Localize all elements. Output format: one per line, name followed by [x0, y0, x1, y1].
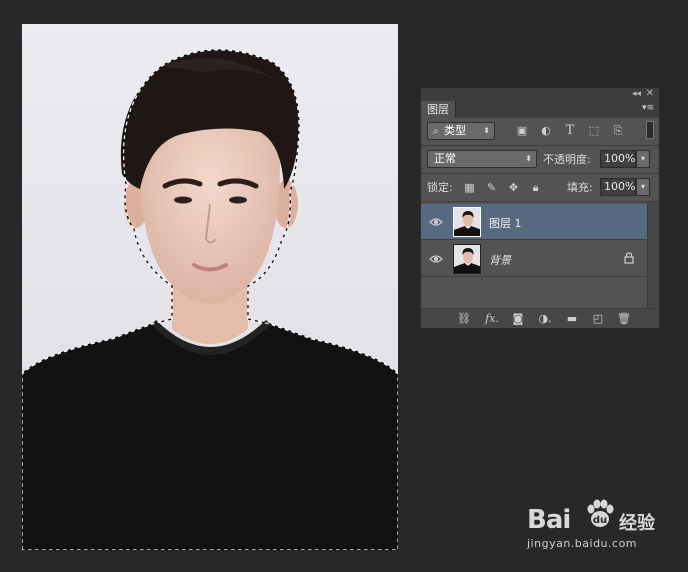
- double-chevron-icon[interactable]: ◂◂: [632, 88, 641, 100]
- tab-layers[interactable]: 图层: [421, 101, 456, 118]
- shape-filter-icon[interactable]: ⬚: [587, 124, 601, 138]
- filter-row: ⌕ 类型 ⬍ ▣ ◐ T ⬚ ⎘: [421, 118, 659, 146]
- lock-row: 锁定: ▦ ✎ ✥ 🔒︎ 填充: 100% ▾: [421, 174, 659, 202]
- adjustment-filter-icon[interactable]: ◐: [539, 124, 553, 138]
- layer-mask-icon[interactable]: ◙: [511, 312, 525, 326]
- watermark-url: jingyan.baidu.com: [527, 537, 638, 550]
- link-layers-icon[interactable]: ⛓: [457, 312, 471, 326]
- document-canvas[interactable]: [22, 24, 398, 550]
- type-filter-icon[interactable]: T: [563, 124, 577, 138]
- layers-panel: ◂◂ ✕ 图层 ▾≡ ⌕ 类型 ⬍ ▣ ◐ T ⬚ ⎘ 正常 ⬍ 不透明度: 1…: [420, 87, 660, 329]
- filter-kind-select[interactable]: ⌕ 类型 ⬍: [427, 122, 495, 140]
- fill-label: 填充:: [567, 181, 593, 194]
- portrait-photo: [22, 24, 398, 550]
- eye-icon[interactable]: [429, 252, 443, 266]
- lock-pixels-icon[interactable]: ✎: [485, 181, 498, 194]
- close-icon[interactable]: ✕: [646, 88, 654, 100]
- watermark-brand-suffix: 经验: [619, 513, 655, 534]
- opacity-input[interactable]: 100%: [600, 150, 636, 168]
- pixel-filter-icon[interactable]: ▣: [515, 124, 529, 138]
- baidu-jingyan-watermark: Bai du 经验 jingyan.baidu.com: [527, 497, 677, 557]
- watermark-brand: Bai: [527, 505, 571, 535]
- lock-transparent-icon[interactable]: ▦: [463, 181, 476, 194]
- layer-thumbnail: [453, 244, 481, 274]
- panel-header: ◂◂ ✕: [421, 88, 659, 101]
- lock-label: 锁定:: [427, 181, 453, 194]
- adjustment-layer-icon[interactable]: ◑.: [537, 312, 553, 326]
- fill-input[interactable]: 100%: [600, 178, 636, 196]
- panel-tabbar: 图层 ▾≡: [421, 101, 659, 118]
- updown-arrow-icon: ⬍: [525, 154, 532, 163]
- blend-mode-value: 正常: [434, 152, 456, 165]
- lock-position-icon[interactable]: ✥: [507, 181, 520, 194]
- filter-kind-label: 类型: [444, 124, 467, 137]
- lock-icon: [624, 252, 634, 264]
- layers-bottom-toolbar: ⛓ fx. ◙ ◑. ▬ ◰ 🗑︎: [421, 308, 659, 328]
- layer-name[interactable]: 图层 1: [489, 215, 522, 231]
- fill-dropdown-icon[interactable]: ▾: [636, 178, 650, 196]
- delete-layer-icon[interactable]: 🗑︎: [617, 312, 631, 326]
- layer-thumbnail: [453, 207, 481, 237]
- smart-object-filter-icon[interactable]: ⎘: [611, 124, 625, 138]
- filter-toggle-switch[interactable]: [646, 121, 654, 139]
- blend-mode-select[interactable]: 正常 ⬍: [427, 150, 537, 168]
- layer-list-scrollbar[interactable]: [647, 202, 659, 308]
- paw-logo-icon: du: [587, 499, 614, 527]
- opacity-dropdown-icon[interactable]: ▾: [636, 150, 650, 168]
- blend-row: 正常 ⬍ 不透明度: 100% ▾: [421, 146, 659, 174]
- updown-arrow-icon: ⬍: [483, 126, 490, 135]
- svg-text:du: du: [593, 515, 607, 526]
- eye-icon[interactable]: [429, 215, 443, 229]
- opacity-label: 不透明度:: [543, 153, 591, 166]
- new-group-icon[interactable]: ▬: [565, 312, 579, 326]
- search-icon: ⌕: [433, 126, 439, 137]
- layer-row-layer1[interactable]: 图层 1: [421, 204, 647, 240]
- panel-menu-icon[interactable]: ▾≡: [642, 103, 654, 113]
- layer-name[interactable]: 背景: [489, 252, 511, 268]
- fx-icon[interactable]: fx.: [483, 312, 501, 326]
- new-layer-icon[interactable]: ◰: [591, 312, 605, 326]
- layer-list: 图层 1 背景: [421, 202, 659, 308]
- layer-row-background[interactable]: 背景: [421, 241, 647, 277]
- lock-all-icon[interactable]: 🔒︎: [529, 181, 542, 194]
